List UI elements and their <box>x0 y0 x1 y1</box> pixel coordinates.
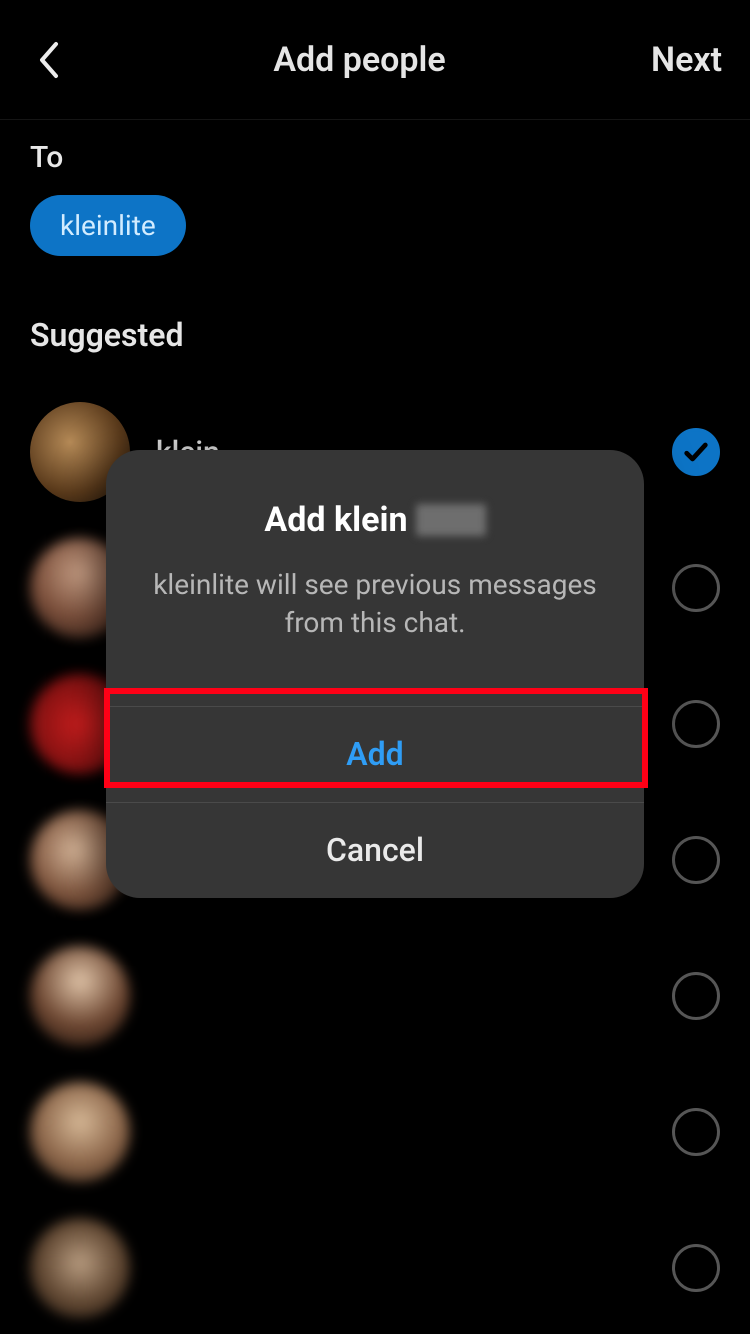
cancel-button[interactable]: Cancel <box>106 802 644 898</box>
chevron-left-icon <box>36 40 60 80</box>
dialog-title: Add klein <box>138 500 612 540</box>
recipient-chip[interactable]: kleinlite <box>30 195 186 256</box>
select-radio[interactable] <box>672 836 720 884</box>
page-title: Add people <box>68 40 651 80</box>
to-section: To kleinlite <box>0 120 750 256</box>
next-button[interactable]: Next <box>651 40 722 80</box>
dialog-title-text: Add klein <box>264 500 407 540</box>
dialog-content: Add klein kleinlite will see previous me… <box>106 450 644 706</box>
select-radio[interactable] <box>672 700 720 748</box>
header: Add people Next <box>0 0 750 120</box>
check-icon <box>682 438 710 466</box>
avatar <box>30 1218 130 1318</box>
avatar <box>30 946 130 1046</box>
add-button[interactable]: Add <box>106 706 644 802</box>
dialog-message: kleinlite will see previous messages fro… <box>138 566 612 642</box>
list-item[interactable] <box>30 1064 720 1200</box>
dialog-title-blurred <box>416 504 486 536</box>
select-radio[interactable] <box>672 564 720 612</box>
to-label: To <box>30 140 720 175</box>
suggested-header: Suggested <box>30 316 720 354</box>
back-button[interactable] <box>28 40 68 80</box>
confirm-dialog: Add klein kleinlite will see previous me… <box>106 450 644 898</box>
select-radio-checked[interactable] <box>672 428 720 476</box>
select-radio[interactable] <box>672 1108 720 1156</box>
avatar <box>30 1082 130 1182</box>
list-item[interactable] <box>30 1200 720 1334</box>
select-radio[interactable] <box>672 1244 720 1292</box>
list-item[interactable] <box>30 928 720 1064</box>
select-radio[interactable] <box>672 972 720 1020</box>
